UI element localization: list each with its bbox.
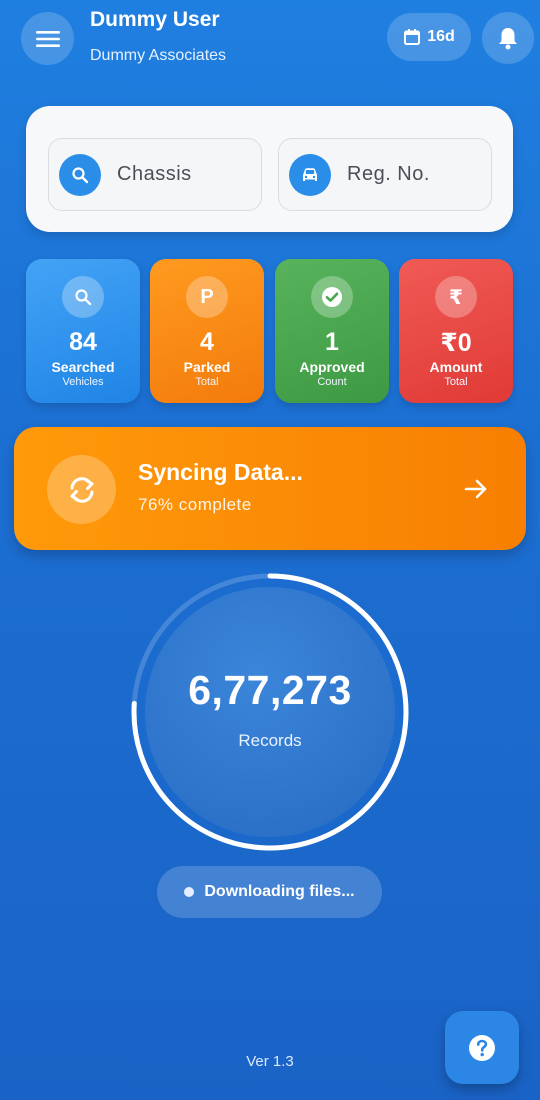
parked-total-tile[interactable]: P 4 Parked Total <box>150 259 264 403</box>
status-dot-icon <box>184 887 195 897</box>
bell-icon <box>499 28 517 50</box>
parking-icon: P <box>186 276 228 318</box>
check-circle-icon <box>311 276 353 318</box>
amount-value: ₹0 <box>440 329 472 357</box>
approved-label: Approved <box>299 359 365 375</box>
menu-button[interactable] <box>21 12 74 65</box>
user-organization: Dummy Associates <box>90 47 227 64</box>
reg-no-label: Reg. No. <box>347 163 430 185</box>
download-status-text: Downloading files... <box>204 883 355 900</box>
parked-count: 4 <box>200 328 214 356</box>
parked-sublabel: Total <box>195 376 219 388</box>
help-button[interactable] <box>445 1011 519 1084</box>
rupee-icon: ₹ <box>435 276 477 318</box>
search-icon <box>62 276 104 318</box>
sync-progress-text: 76% complete <box>138 495 252 514</box>
calendar-icon <box>404 29 421 45</box>
approved-sublabel: Count <box>317 376 347 388</box>
user-name: Dummy User <box>90 8 220 31</box>
days-remaining-badge[interactable]: 16d <box>387 13 471 61</box>
amount-label: Amount <box>429 359 483 375</box>
hamburger-menu-icon <box>35 30 60 47</box>
car-icon <box>289 153 331 196</box>
help-icon <box>469 1034 495 1061</box>
amount-total-tile[interactable]: ₹ ₹0 Amount Total <box>399 259 513 403</box>
searched-count: 84 <box>69 328 97 356</box>
chassis-search-field[interactable]: Chassis <box>48 138 262 211</box>
sync-status-banner[interactable]: Syncing Data... 76% complete <box>14 427 526 550</box>
app-header: Dummy User Dummy Associates 16d <box>0 0 540 80</box>
records-label: Records <box>238 731 302 750</box>
days-remaining-text: 16d <box>427 28 455 45</box>
searched-sublabel: Vehicles <box>62 376 104 388</box>
reg-no-search-field[interactable]: Reg. No. <box>278 138 492 211</box>
download-status-pill: Downloading files... <box>157 866 382 918</box>
chassis-label: Chassis <box>117 163 192 185</box>
amount-sublabel: Total <box>444 376 468 388</box>
parked-label: Parked <box>183 359 231 375</box>
search-card: Chassis Reg. No. <box>26 106 513 232</box>
searched-label: Searched <box>51 359 115 375</box>
approved-count-tile[interactable]: 1 Approved Count <box>275 259 389 403</box>
sync-icon <box>47 455 116 524</box>
search-icon <box>59 153 101 196</box>
records-count: 6,77,273 <box>188 667 352 713</box>
sync-title: Syncing Data... <box>138 459 303 485</box>
arrow-right-icon[interactable] <box>463 476 489 502</box>
approved-count: 1 <box>325 328 339 356</box>
searched-vehicles-tile[interactable]: 84 Searched Vehicles <box>26 259 140 403</box>
notifications-button[interactable] <box>482 12 534 64</box>
